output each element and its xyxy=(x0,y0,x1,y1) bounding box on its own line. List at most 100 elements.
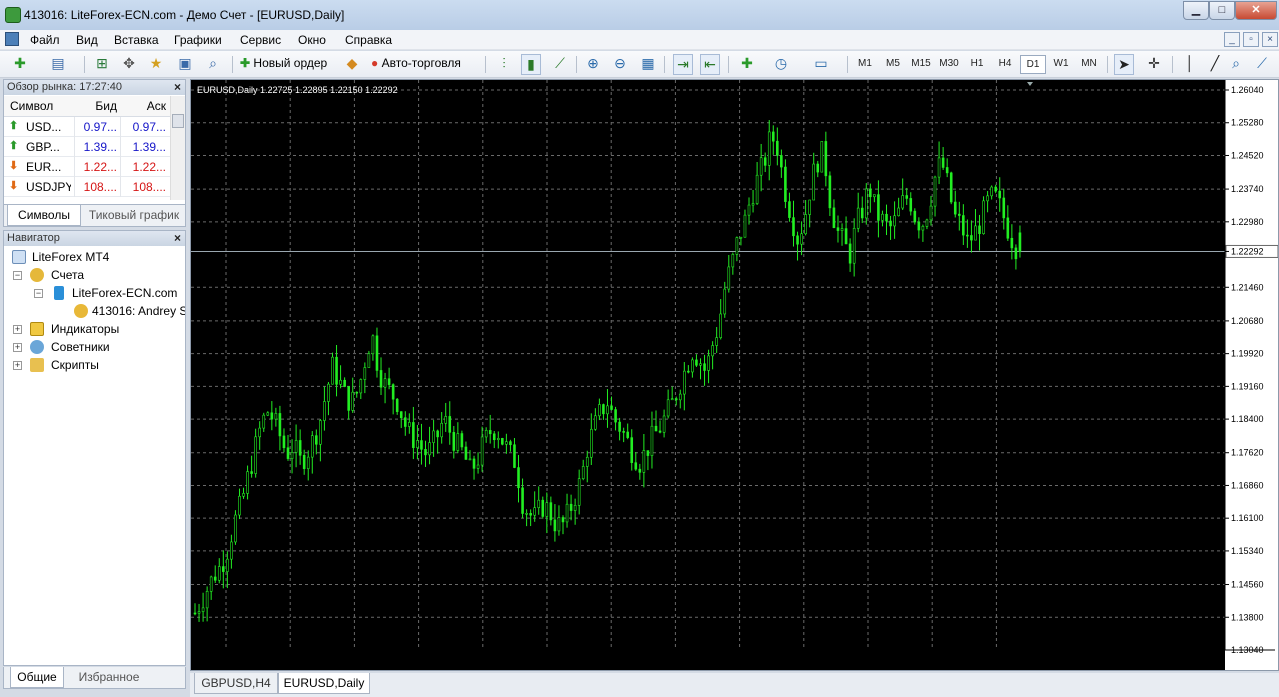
candle-body xyxy=(193,612,197,615)
market-watch-table: Символ Бид Аск ⬆ USD... 0.97... 0.97... … xyxy=(4,96,171,197)
nav-account[interactable]: 413016: Andrey S xyxy=(10,302,185,320)
symbol-cell: GBP... xyxy=(26,140,60,154)
collapse-icon[interactable]: − xyxy=(13,271,22,280)
expand-icon[interactable]: + xyxy=(13,343,22,352)
candlestick-icon[interactable]: ▮ xyxy=(521,54,541,75)
chart-window[interactable]: 1.26040 1.25280 1.24520 1.23740 1.22980 1.222… xyxy=(190,79,1279,671)
timeframe-w1-button[interactable]: W1 xyxy=(1048,55,1074,74)
candle-body xyxy=(468,458,472,461)
strategy-tester-icon[interactable]: ⌕ xyxy=(203,54,223,75)
navigator-close-icon[interactable]: × xyxy=(174,231,181,245)
indicators-icon[interactable]: ✚ xyxy=(737,54,757,75)
chart-area[interactable] xyxy=(191,80,1225,670)
chart-tab-eurusd[interactable]: EURUSD,Daily xyxy=(278,673,370,694)
table-row[interactable]: ⬆ GBP... 1.39... 1.39... xyxy=(4,137,171,157)
auto-scroll-icon[interactable]: ⇥ xyxy=(673,54,693,75)
tile-windows-icon[interactable]: ▦ xyxy=(638,54,658,75)
table-row[interactable]: ⬆ USD... 0.97... 0.97... xyxy=(4,117,171,137)
collapse-icon[interactable]: − xyxy=(34,289,43,298)
mdi-restore-button[interactable]: ▫ xyxy=(1243,32,1259,47)
timeframe-m30-button[interactable]: M30 xyxy=(936,55,962,74)
new-order-label: Новый ордер xyxy=(253,56,328,70)
experts-icon xyxy=(30,340,44,354)
mdi-minimize-button[interactable]: _ xyxy=(1224,32,1240,47)
profiles-icon[interactable]: ▤ xyxy=(48,54,68,75)
vertical-line-icon[interactable]: │ xyxy=(1180,54,1200,75)
candle-body xyxy=(594,415,597,430)
candle-body xyxy=(230,541,233,560)
templates-icon[interactable]: ▭ xyxy=(811,54,831,75)
candle-body xyxy=(367,353,371,368)
candle-body xyxy=(707,355,710,371)
tab-tick-chart[interactable]: Тиковый график xyxy=(84,205,184,226)
mdi-close-button[interactable]: × xyxy=(1262,32,1278,47)
timeframe-m5-button[interactable]: M5 xyxy=(880,55,906,74)
candle-body xyxy=(339,379,342,385)
timeframe-h4-button[interactable]: H4 xyxy=(992,55,1018,74)
metaeditor-icon[interactable]: ◆ xyxy=(342,54,362,75)
menu-insert[interactable]: Вставка xyxy=(114,33,159,47)
nav-server[interactable]: − LiteForex-ECN.com xyxy=(10,284,177,302)
menu-tools[interactable]: Сервис xyxy=(240,33,281,47)
x-tick-label: 12 Mar 2018 xyxy=(898,656,949,666)
autotrading-button[interactable]: ● Авто-торговля xyxy=(371,54,479,75)
timeframe-m15-button[interactable]: M15 xyxy=(908,55,934,74)
new-order-button[interactable]: ✚ Новый ордер xyxy=(240,54,336,75)
nav-accounts[interactable]: − Счета xyxy=(10,266,84,284)
expand-icon[interactable]: + xyxy=(13,325,22,334)
menu-window[interactable]: Окно xyxy=(298,33,326,47)
close-button[interactable]: ✕ xyxy=(1235,1,1277,20)
market-watch-icon[interactable]: ⊞ xyxy=(92,54,112,75)
cursor-icon[interactable]: ➤ xyxy=(1114,54,1134,75)
search-icon[interactable]: ⌕ xyxy=(1226,54,1246,75)
scrollbar-thumb[interactable] xyxy=(172,114,184,128)
crosshair-icon[interactable]: ✛ xyxy=(1144,54,1164,75)
nav-root[interactable]: LiteForex MT4 xyxy=(10,248,109,266)
line-chart-icon[interactable]: ⟋ xyxy=(550,54,570,75)
timeframe-d1-button[interactable]: D1 xyxy=(1020,55,1046,74)
nav-scripts[interactable]: + Скрипты xyxy=(10,356,99,374)
chart-window-icon[interactable] xyxy=(5,32,19,46)
column-ask[interactable]: Аск xyxy=(120,96,168,116)
tab-common[interactable]: Общие xyxy=(10,667,64,688)
trendline-icon[interactable]: ╱ xyxy=(1205,54,1225,75)
terminal-icon[interactable]: ▣ xyxy=(175,54,195,75)
price-chart[interactable]: 1.26040 1.25280 1.24520 1.23740 1.22980 1.222… xyxy=(191,80,1279,670)
candle-body xyxy=(290,452,294,459)
menu-view[interactable]: Вид xyxy=(76,33,98,47)
timeframe-mn-button[interactable]: MN xyxy=(1076,55,1102,74)
market-watch-close-icon[interactable]: × xyxy=(174,80,181,94)
bar-chart-icon[interactable]: ⫶ xyxy=(494,54,514,75)
timeframe-m1-button[interactable]: M1 xyxy=(852,55,878,74)
zoom-out-icon[interactable]: ⊖ xyxy=(610,54,630,75)
zoom-in-icon[interactable]: ⊕ xyxy=(583,54,603,75)
timeframe-h1-button[interactable]: H1 xyxy=(964,55,990,74)
candle-body xyxy=(383,378,387,388)
chart-shift-icon[interactable]: ⇤ xyxy=(700,54,720,75)
search-field-icon[interactable]: ⟋ xyxy=(1252,54,1272,75)
tab-favorites[interactable]: Избранное xyxy=(66,667,152,688)
tab-symbols[interactable]: Символы xyxy=(7,205,81,226)
periods-icon[interactable]: ◷ xyxy=(771,54,791,75)
minimize-button[interactable]: ▁ xyxy=(1183,1,1209,20)
column-bid[interactable]: Бид xyxy=(74,96,119,116)
menu-charts[interactable]: Графики xyxy=(174,33,222,47)
nav-accounts-label: Счета xyxy=(51,268,85,282)
table-row[interactable]: ⬇ USDJPY 108.... 108.... xyxy=(4,177,171,197)
column-symbol[interactable]: Символ xyxy=(10,96,53,116)
candle-body xyxy=(949,172,953,203)
candle-body xyxy=(1018,232,1022,252)
expand-icon[interactable]: + xyxy=(13,361,22,370)
menu-help[interactable]: Справка xyxy=(345,33,392,47)
menu-file[interactable]: Файл xyxy=(30,33,60,47)
new-chart-icon[interactable]: ✚ xyxy=(10,54,30,75)
navigator-icon[interactable]: ★ xyxy=(146,54,166,75)
table-row[interactable]: ⬇ EUR... 1.22... 1.22... xyxy=(4,157,171,177)
nav-experts[interactable]: + Советники xyxy=(10,338,110,356)
candle-body xyxy=(881,213,884,221)
data-window-icon[interactable]: ✥ xyxy=(119,54,139,75)
chart-tab-gbpusd[interactable]: GBPUSD,H4 xyxy=(194,673,278,694)
market-watch-scrollbar[interactable] xyxy=(170,96,185,200)
nav-indicators[interactable]: + Индикаторы xyxy=(10,320,119,338)
maximize-button[interactable]: □ xyxy=(1209,1,1235,20)
